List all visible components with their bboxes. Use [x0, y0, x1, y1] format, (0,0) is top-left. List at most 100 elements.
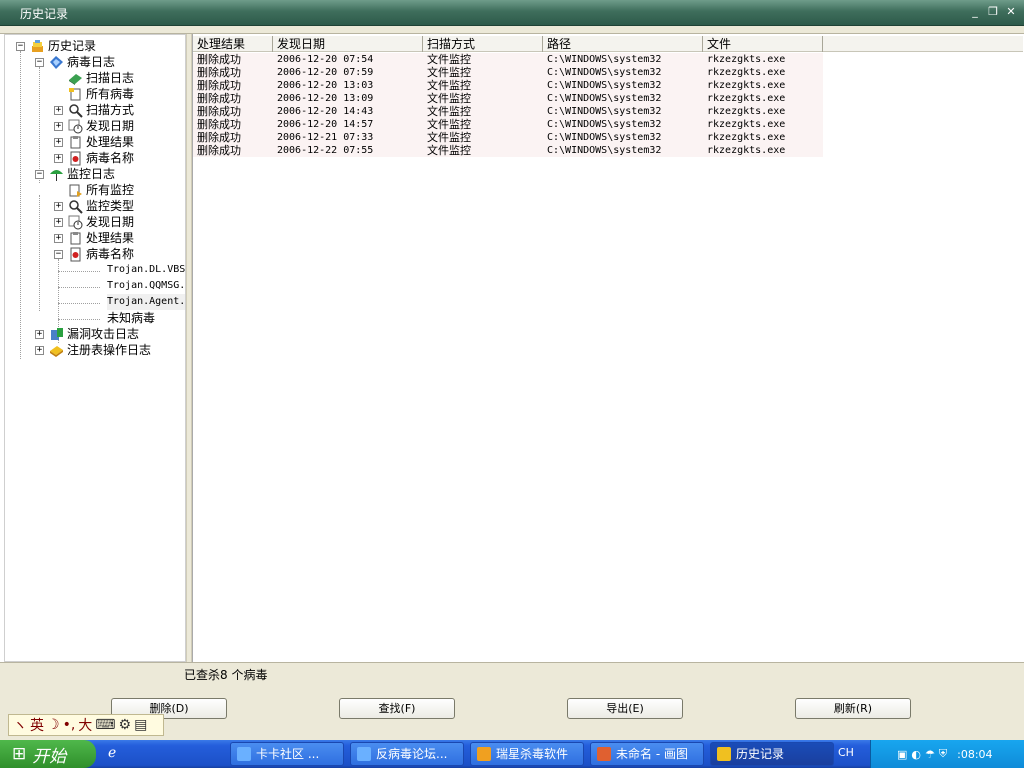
tree-item-exploit-log[interactable]: 漏洞攻击日志 [48, 326, 139, 342]
expand-toggle[interactable]: + [54, 154, 63, 163]
collapse-toggle[interactable]: − [54, 250, 63, 259]
tree-line [58, 303, 100, 304]
cell-file: rkzezgkts.exe [707, 93, 786, 104]
export-button[interactable]: 导出(E) [567, 698, 683, 719]
lion-icon [477, 747, 491, 761]
column-header-scan-method[interactable]: 扫描方式 [423, 36, 543, 52]
table-row[interactable]: 删除成功 2006-12-20 13:09 文件监控 C:\WINDOWS\sy… [193, 92, 823, 105]
expand-toggle[interactable]: + [54, 202, 63, 211]
punctuation-icon[interactable]: •, [63, 717, 76, 733]
cell-file: rkzezgkts.exe [707, 67, 786, 78]
tree-item-virus-entry[interactable]: Trojan.DL.VBS [107, 262, 185, 278]
tree-item-scan-log[interactable]: 扫描日志 [67, 70, 134, 86]
expand-toggle[interactable]: + [54, 218, 63, 227]
tree-item-monitor-type[interactable]: 监控类型 [67, 198, 134, 214]
expand-toggle[interactable]: + [54, 138, 63, 147]
tree-item-virus-entry[interactable]: Trojan.QQMSG. [107, 278, 185, 294]
table-row[interactable]: 删除成功 2006-12-20 13:03 文件监控 C:\WINDOWS\sy… [193, 79, 823, 92]
cell-date: 2006-12-20 14:43 [277, 106, 374, 117]
clipboard-icon [67, 230, 83, 246]
stack-icon [717, 747, 731, 761]
ime-logo-icon[interactable]: ヽ [13, 715, 27, 735]
ime-mode[interactable]: 英 [30, 715, 44, 735]
taskbar-item-paint[interactable]: 未命名 - 画图 [590, 742, 704, 766]
table-row[interactable]: 删除成功 2006-12-21 07:33 文件监控 C:\WINDOWS\sy… [193, 131, 823, 144]
collapse-toggle[interactable]: − [35, 58, 44, 67]
tree-item-virus-name[interactable]: 病毒名称 [67, 246, 134, 262]
language-indicator[interactable]: CH [838, 746, 854, 759]
tree-item-monitor-log[interactable]: 监控日志 [48, 166, 115, 182]
table-row[interactable]: 删除成功 2006-12-20 14:57 文件监控 C:\WINDOWS\sy… [193, 118, 823, 131]
settings-icon[interactable]: ⚙ [119, 717, 132, 733]
table-row[interactable]: 删除成功 2006-12-20 14:43 文件监控 C:\WINDOWS\sy… [193, 105, 823, 118]
table-row[interactable]: 删除成功 2006-12-22 07:55 文件监控 C:\WINDOWS\sy… [193, 144, 823, 157]
magnifier-icon [67, 198, 83, 214]
column-header-date[interactable]: 发现日期 [273, 36, 423, 52]
tree-item-virus-entry[interactable]: 未知病毒 [107, 310, 155, 326]
moon-icon[interactable]: ☽ [47, 717, 60, 733]
umbrella-icon[interactable]: ☂ [925, 748, 935, 761]
cell-scan-method: 文件监控 [427, 118, 471, 131]
expand-toggle[interactable]: + [54, 122, 63, 131]
clock-icon [67, 118, 83, 134]
tree-item-all-monitor[interactable]: 所有监控 [67, 182, 134, 198]
taskbar: ⊞ 开始 ℯ 卡卡社区 ... 反病毒论坛... 瑞星杀毒软件 未命名 - 画图… [0, 740, 1024, 768]
ime-toolbar[interactable]: ヽ 英 ☽ •, 大 ⌨ ⚙ ▤ [8, 714, 164, 736]
cell-result: 删除成功 [197, 118, 241, 131]
taskbar-item-history[interactable]: 历史记录 [710, 742, 834, 766]
collapse-toggle[interactable]: − [16, 42, 25, 51]
expand-toggle[interactable]: + [35, 330, 44, 339]
expand-toggle[interactable]: + [54, 234, 63, 243]
tree-item-virus-entry-selected[interactable]: Trojan.Agent. [107, 294, 185, 310]
clock: :08:04 [957, 747, 993, 761]
column-header-result[interactable]: 处理结果 [193, 36, 273, 52]
volume-icon[interactable]: ◐ [911, 748, 921, 761]
tree-item-result[interactable]: 处理结果 [67, 230, 134, 246]
tree-item-registry-log[interactable]: 注册表操作日志 [48, 342, 151, 358]
find-button[interactable]: 查找(F) [339, 698, 455, 719]
column-header-path[interactable]: 路径 [543, 36, 703, 52]
tree-line [20, 51, 21, 359]
taskbar-item-forum[interactable]: 反病毒论坛... [350, 742, 464, 766]
tree-item-found-date[interactable]: 发现日期 [67, 214, 134, 230]
system-tray: ▣ ◐ ☂ ⛨ :08:04 [870, 740, 1024, 768]
tree-line [58, 271, 100, 272]
network-icon[interactable]: ▣ [897, 748, 907, 761]
ime-menu-icon[interactable]: ▤ [134, 717, 147, 733]
minimize-icon[interactable]: _ [968, 5, 982, 19]
taskbar-item-kaka[interactable]: 卡卡社区 ... [230, 742, 344, 766]
antivirus-tray-icon[interactable]: ⛨ [939, 747, 947, 761]
table-row[interactable]: 删除成功 2006-12-20 07:54 文件监控 C:\WINDOWS\sy… [193, 53, 823, 66]
tree-item-all-viruses[interactable]: 所有病毒 [67, 86, 134, 102]
history-tree: − − + + + + − + + + − + + 历史记录 病毒日志 扫描日志… [4, 34, 186, 662]
cell-result: 删除成功 [197, 105, 241, 118]
table-row[interactable]: 删除成功 2006-12-20 07:59 文件监控 C:\WINDOWS\sy… [193, 66, 823, 79]
tree-item-history[interactable]: 历史记录 [29, 38, 96, 54]
ie-quicklaunch-icon[interactable]: ℯ [108, 745, 116, 761]
stack-icon [29, 38, 45, 54]
taskbar-item-rising[interactable]: 瑞星杀毒软件 [470, 742, 584, 766]
document-arrow-icon [67, 182, 83, 198]
collapse-toggle[interactable]: − [35, 170, 44, 179]
tree-item-found-date[interactable]: 发现日期 [67, 118, 134, 134]
cell-path: C:\WINDOWS\system32 [547, 145, 662, 156]
column-header-file[interactable]: 文件 [703, 36, 823, 52]
expand-toggle[interactable]: + [54, 106, 63, 115]
tree-item-scan-method[interactable]: 扫描方式 [67, 102, 134, 118]
cell-file: rkzezgkts.exe [707, 54, 786, 65]
document-icon [67, 86, 83, 102]
tree-item-virus-name[interactable]: 病毒名称 [67, 150, 134, 166]
start-button[interactable]: ⊞ 开始 [0, 740, 96, 768]
tree-item-virus-log[interactable]: 病毒日志 [48, 54, 115, 70]
keyboard-icon[interactable]: ⌨ [95, 717, 115, 733]
cell-path: C:\WINDOWS\system32 [547, 54, 662, 65]
windows-logo-icon: ⊞ [12, 744, 27, 764]
refresh-button[interactable]: 刷新(R) [795, 698, 911, 719]
cell-scan-method: 文件监控 [427, 105, 471, 118]
ime-size[interactable]: 大 [78, 715, 92, 735]
tree-line [39, 67, 40, 183]
restore-icon[interactable]: ❐ [986, 5, 1000, 19]
close-icon[interactable]: ✕ [1004, 5, 1018, 19]
expand-toggle[interactable]: + [35, 346, 44, 355]
tree-item-result[interactable]: 处理结果 [67, 134, 134, 150]
